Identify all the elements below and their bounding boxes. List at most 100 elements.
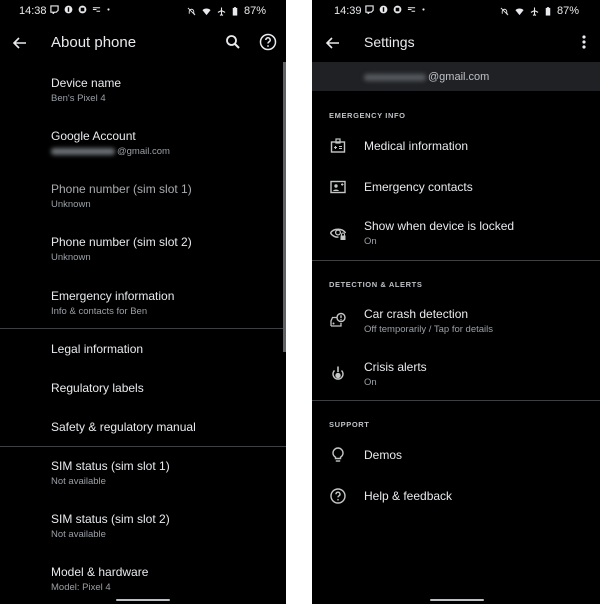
divider [0,446,286,447]
system-icons: 87% [187,5,266,17]
item-title: Emergency information [51,289,175,303]
list-item-show-when-locked[interactable]: Show when device is locked On [312,213,600,253]
car-crash-icon [330,312,346,327]
airplane-icon [530,6,539,16]
medical-id-icon [330,138,346,153]
status-bar: 14:38 87% [0,0,286,24]
app-bar: Settings [312,26,600,60]
item-subtitle: Info & contacts for Ben [51,306,148,317]
list-item-help-feedback[interactable]: Help & feedback [312,482,600,512]
lightbulb-icon [332,447,344,462]
item-title: Help & feedback [364,489,453,503]
cast-icon [407,7,416,12]
item-subtitle: Unknown [51,252,91,263]
page-title: Settings [364,34,415,50]
page-title: About phone [51,34,137,51]
battery-percent: 87% [556,5,579,17]
list-item-google-account[interactable]: Google Account @gmail.com [0,123,286,167]
dot-icon [422,8,425,11]
list-item-phone-number-sim-1[interactable]: Phone number (sim slot 1) Unknown [0,176,286,220]
status-time: 14:38 [19,5,47,17]
list-item-medical-information[interactable]: Medical information [312,132,600,162]
section-header-detection-alerts: DETECTION & ALERTS [329,280,423,289]
item-title: Demos [364,448,403,462]
list-item-regulatory-labels[interactable]: Regulatory labels [0,373,286,405]
contact-card-icon [330,180,346,194]
item-subtitle: Ben's Pixel 4 [51,93,106,104]
divider [0,328,283,329]
eye-lock-icon [329,228,347,240]
account-banner[interactable]: @gmail.com [312,62,600,91]
twitch-icon [365,5,374,14]
bell-off-icon [500,7,509,15]
item-title: Crisis alerts [364,360,427,374]
help-icon[interactable] [258,32,278,52]
item-title: Device name [51,76,122,90]
square-app-icon [78,5,87,14]
list-item-emergency-contacts[interactable]: Emergency contacts [312,173,600,203]
crisis-alert-icon [332,366,344,380]
item-subtitle: Not available [51,529,106,540]
list-item-car-crash-detection[interactable]: Car crash detection Off temporarily / Ta… [312,301,600,341]
battery-icon [232,6,238,16]
settings-screen: 14:39 87% Settings @gmail.com EMERGENCY … [312,0,600,604]
messenger-icon [379,5,388,14]
status-time: 14:39 [334,5,362,17]
item-title: Model & hardware [51,565,149,579]
list-item-emergency-information[interactable]: Emergency information Info & contacts fo… [0,283,286,327]
email-suffix: @gmail.com [117,146,170,157]
item-title: Phone number (sim slot 1) [51,182,192,196]
notification-icons [365,5,426,14]
item-subtitle: Off temporarily / Tap for details [364,324,494,335]
item-title: SIM status (sim slot 2) [51,512,170,526]
list-item-device-name[interactable]: Device name Ben's Pixel 4 [0,70,286,114]
messenger-icon [64,5,73,14]
item-title: Google Account [51,129,136,143]
list-item-sim-status-2[interactable]: SIM status (sim slot 2) Not available [0,506,286,550]
divider [312,400,600,401]
section-header-emergency-info: EMERGENCY INFO [329,111,406,120]
wifi-icon [515,8,524,15]
item-title: Emergency contacts [364,180,473,194]
dot-icon [107,8,110,11]
item-subtitle: On [364,236,377,247]
wifi-icon [202,8,211,15]
blurred-email-prefix [364,73,426,81]
item-subtitle: @gmail.com [51,146,170,157]
list-item-sim-status-1[interactable]: SIM status (sim slot 1) Not available [0,453,286,497]
home-indicator[interactable] [116,599,170,601]
account-email: @gmail.com [364,71,489,83]
twitch-icon [50,5,59,14]
item-title: Safety & regulatory manual [51,420,196,434]
arrow-back-icon[interactable] [10,33,30,53]
divider [312,260,600,261]
bell-off-icon [187,7,196,15]
item-title: Medical information [364,139,469,153]
item-title: Phone number (sim slot 2) [51,235,192,249]
item-subtitle: Unknown [51,199,91,210]
about-phone-screen: 14:38 87% About phone Device name Ben's … [0,0,286,604]
item-title: SIM status (sim slot 1) [51,459,170,473]
more-vert-icon[interactable] [574,32,594,52]
item-title: Regulatory labels [51,381,144,395]
item-subtitle: Model: Pixel 4 [51,582,111,593]
list-item-crisis-alerts[interactable]: Crisis alerts On [312,354,600,394]
item-title: Legal information [51,342,144,356]
arrow-back-icon[interactable] [323,33,343,53]
item-title: Show when device is locked [364,219,515,233]
app-bar: About phone [0,26,286,60]
home-indicator[interactable] [430,599,484,601]
item-title: Car crash detection [364,307,469,321]
list-item-demos[interactable]: Demos [312,441,600,471]
battery-percent: 87% [243,5,266,17]
search-icon[interactable] [223,32,243,52]
list-item-legal-information[interactable]: Legal information [0,334,286,366]
cast-icon [92,7,101,12]
list-item-phone-number-sim-2[interactable]: Phone number (sim slot 2) Unknown [0,229,286,273]
battery-icon [545,6,551,16]
list-item-model-hardware[interactable]: Model & hardware Model: Pixel 4 [0,559,286,599]
section-header-support: SUPPORT [329,420,370,429]
system-icons: 87% [500,5,579,17]
blurred-email-prefix [51,147,115,155]
list-item-safety-regulatory-manual[interactable]: Safety & regulatory manual [0,412,286,444]
